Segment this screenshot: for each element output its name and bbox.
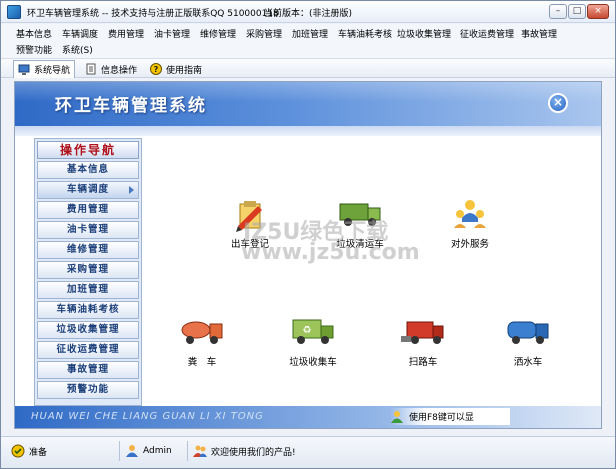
nav-item-warning[interactable]: 预警功能 — [37, 381, 139, 399]
func-label: 垃圾收集车 — [289, 357, 337, 368]
tanker-truck-icon — [181, 321, 223, 344]
f8-tip-text: 使用F8键可以显 — [409, 413, 474, 423]
recycling-truck-icon: ♻ — [292, 319, 334, 344]
status-ready: 准备 — [11, 443, 47, 459]
menu-item-purchase[interactable]: 采购管理 — [246, 27, 282, 40]
menu-bar: 基本信息 车辆调度 费用管理 油卡管理 维修管理 采购管理 加班管理 车辆油耗考… — [1, 24, 615, 58]
func-external-service[interactable]: 对外服务 — [425, 198, 515, 250]
tab-info-operation[interactable]: 信息操作 — [81, 60, 141, 78]
document-icon — [85, 63, 97, 75]
toolbar: 系统导航 信息操作 ? 使用指南 — [1, 58, 615, 78]
svg-text:?: ? — [154, 65, 159, 74]
nav-item-fuel-card[interactable]: 油卡管理 — [37, 221, 139, 239]
nav-item-accident[interactable]: 事故管理 — [37, 361, 139, 379]
nav-item-purchase[interactable]: 采购管理 — [37, 261, 139, 279]
welcome-text: 欢迎使用我们的产品! — [211, 447, 296, 458]
function-area: 出车登记 垃圾清运车 对外服务 粪 车 ♻ 垃圾收集车 扫路车 洒水车 JZ5U… — [145, 138, 599, 406]
nav-item-freight[interactable]: 征收运费管理 — [37, 341, 139, 359]
f8-tip: 使用F8键可以显 — [390, 408, 510, 425]
sweeper-truck-icon — [401, 321, 444, 344]
banner-title: 环卫车辆管理系统 — [55, 96, 207, 116]
garbage-truck-icon — [339, 203, 381, 226]
banner-strip — [15, 126, 601, 136]
status-text: 准备 — [29, 447, 48, 458]
banner-footer: HUAN WEI CHE LIANG GUAN LI XI TONG 使用F8键… — [15, 406, 601, 428]
clipboard-pencil-icon — [236, 201, 262, 232]
status-icon — [11, 444, 25, 458]
tab-user-guide[interactable]: ? 使用指南 — [146, 60, 206, 78]
user-tip-icon — [391, 410, 403, 423]
menu-item-freight[interactable]: 征收运费管理 — [460, 27, 514, 40]
minimize-button[interactable]: – — [549, 4, 567, 19]
menu-item-garbage-collection[interactable]: 垃圾收集管理 — [397, 27, 451, 40]
monitor-icon — [18, 64, 30, 76]
menu-item-overtime[interactable]: 加班管理 — [292, 27, 328, 40]
close-icon[interactable]: × — [548, 93, 568, 113]
nav-item-expense[interactable]: 费用管理 — [37, 201, 139, 219]
func-label: 洒水车 — [513, 357, 543, 368]
tab-info-operation-label: 信息操作 — [101, 65, 138, 76]
func-dispatch-register[interactable]: 出车登记 — [205, 198, 295, 250]
pinyin-title: HUAN WEI CHE LIANG GUAN LI XI TONG — [31, 411, 264, 422]
nav-item-overtime[interactable]: 加班管理 — [37, 281, 139, 299]
func-sprinkler-truck[interactable]: 洒水车 — [483, 316, 573, 368]
nav-heading: 操作导航 — [37, 141, 139, 159]
banner: 环卫车辆管理系统 × — [15, 82, 601, 126]
arrow-right-icon — [129, 186, 134, 194]
menu-item-warning[interactable]: 预警功能 — [16, 43, 52, 56]
user-icon — [126, 445, 138, 457]
tab-user-guide-label: 使用指南 — [166, 65, 203, 76]
menu-item-fuel-assessment[interactable]: 车辆油耗考核 — [338, 27, 392, 40]
status-user: Admin — [125, 443, 172, 459]
func-garbage-collector[interactable]: ♻ 垃圾收集车 — [268, 316, 358, 368]
title-bar[interactable]: 环卫车辆管理系统 -- 技术支持与注册正版联系QQ 510000118 当前版本… — [1, 1, 615, 23]
func-street-sweeper[interactable]: 扫路车 — [378, 316, 468, 368]
menu-item-basic-info[interactable]: 基本信息 — [16, 27, 52, 40]
nav-item-garbage-collection[interactable]: 垃圾收集管理 — [37, 321, 139, 339]
app-window: 环卫车辆管理系统 -- 技术支持与注册正版联系QQ 510000118 当前版本… — [0, 0, 616, 469]
svg-text:♻: ♻ — [303, 325, 312, 336]
tab-system-nav-label: 系统导航 — [34, 66, 71, 76]
nav-item-fuel-assessment[interactable]: 车辆油耗考核 — [37, 301, 139, 319]
func-label: 扫路车 — [408, 357, 438, 368]
help-icon: ? — [150, 63, 162, 75]
func-label: 粪 车 — [187, 357, 217, 368]
func-label: 出车登记 — [230, 239, 269, 250]
close-button[interactable]: × — [587, 4, 609, 19]
menu-item-repair[interactable]: 维修管理 — [200, 27, 236, 40]
water-truck-icon — [507, 321, 549, 344]
nav-item-repair[interactable]: 维修管理 — [37, 241, 139, 259]
menu-item-fuel-card[interactable]: 油卡管理 — [154, 27, 190, 40]
nav-item-label: 车辆调度 — [66, 184, 109, 195]
main-panel: 环卫车辆管理系统 × 操作导航 基本信息 车辆调度 费用管理 油卡管理 维修管理… — [14, 81, 602, 429]
menu-item-expense[interactable]: 费用管理 — [108, 27, 144, 40]
version-label: 当前版本：(非注册版) — [264, 9, 353, 19]
func-garbage-truck[interactable]: 垃圾清运车 — [315, 198, 405, 250]
user-name: Admin — [143, 446, 172, 456]
operation-nav: 操作导航 基本信息 车辆调度 费用管理 油卡管理 维修管理 采购管理 加班管理 … — [34, 138, 142, 406]
func-manure-truck[interactable]: 粪 车 — [157, 316, 247, 368]
maximize-button[interactable]: □ — [568, 4, 586, 19]
func-label: 垃圾清运车 — [336, 239, 384, 250]
tab-system-nav[interactable]: 系统导航 — [13, 60, 76, 78]
menu-item-system[interactable]: 系统(S) — [62, 43, 93, 56]
users-icon — [454, 200, 486, 228]
nav-item-basic-info[interactable]: 基本信息 — [37, 161, 139, 179]
func-label: 对外服务 — [450, 239, 489, 250]
window-title: 环卫车辆管理系统 -- 技术支持与注册正版联系QQ 510000118 — [27, 9, 279, 19]
status-welcome: 欢迎使用我们的产品! — [193, 443, 296, 459]
menu-item-dispatch[interactable]: 车辆调度 — [62, 27, 98, 40]
people-icon — [193, 445, 207, 457]
app-icon — [7, 5, 21, 19]
menu-item-accident[interactable]: 事故管理 — [521, 27, 557, 40]
nav-item-dispatch[interactable]: 车辆调度 — [37, 181, 139, 199]
status-bar: 准备 Admin 欢迎使用我们的产品! — [1, 436, 615, 468]
